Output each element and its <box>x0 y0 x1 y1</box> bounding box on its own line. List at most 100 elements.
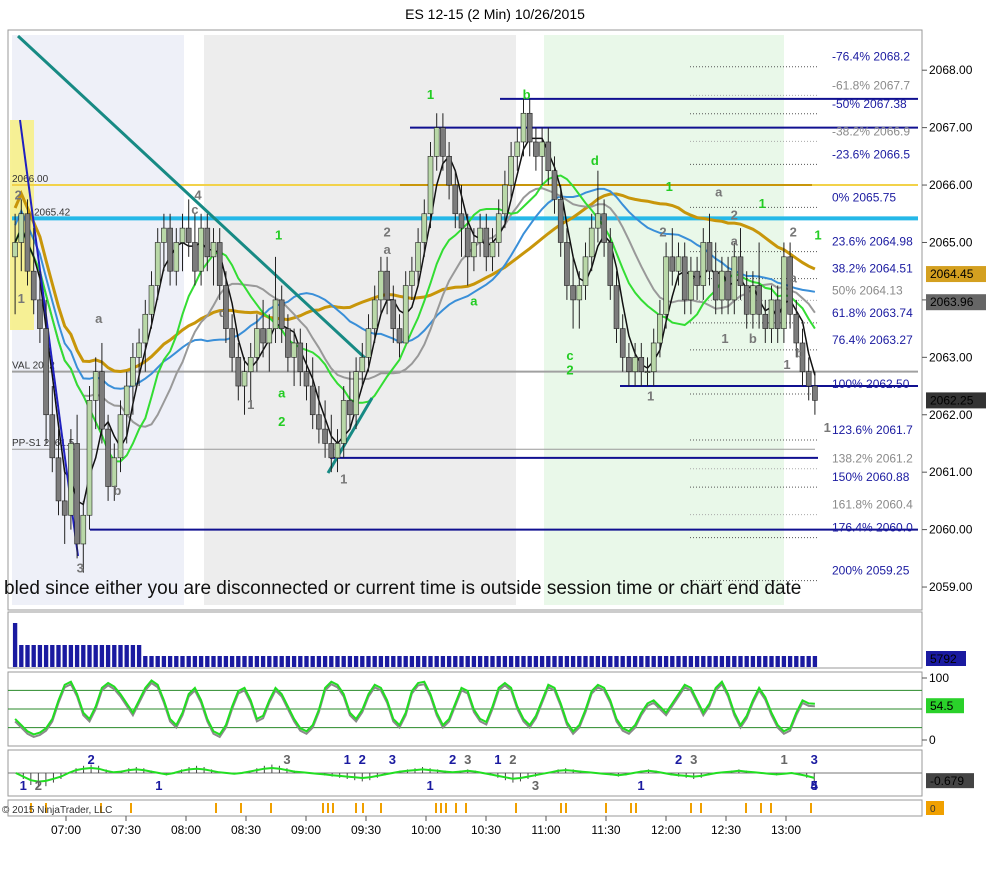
signal-tick <box>215 803 217 813</box>
volume-bar <box>806 656 811 667</box>
chart-window: ES 12-15 (2 Min) 10/26/2015 2059.00 2060.… <box>0 0 996 871</box>
momentum-count-label: 3 <box>464 752 471 767</box>
fib-label: -38.2% 2066.9 <box>832 124 910 138</box>
volume-bar <box>415 656 421 667</box>
candle-body <box>384 270 390 301</box>
candle-body <box>421 213 428 243</box>
volume-bar <box>620 656 625 667</box>
candle-body <box>99 371 105 430</box>
wave-label: b <box>113 483 121 498</box>
volume-bar <box>738 656 743 667</box>
volume-bar <box>260 656 266 667</box>
fib-label: 61.8% 2063.74 <box>832 306 913 320</box>
signal-tick <box>130 803 132 813</box>
chart-canvas[interactable]: ES 12-15 (2 Min) 10/26/2015 2059.00 2060.… <box>0 0 996 871</box>
wave-label: 1 <box>824 420 831 435</box>
candle-body <box>719 270 725 301</box>
volume-bar <box>552 656 557 667</box>
candle-body <box>328 443 335 459</box>
candle-body <box>322 428 328 444</box>
volume-bar <box>43 645 49 667</box>
candle-body <box>526 112 533 143</box>
volume-bar <box>372 656 377 667</box>
momentum-count-label: 1 <box>780 752 787 767</box>
volume-bar <box>93 645 98 667</box>
wave-label: 1 <box>427 87 434 102</box>
candle-body <box>130 357 136 387</box>
candle-body <box>669 256 676 272</box>
candle-body <box>650 342 657 372</box>
volume-bar <box>99 645 105 667</box>
volume-bar <box>502 656 508 667</box>
fib-label: 76.4% 2063.27 <box>832 333 913 347</box>
volume-bar <box>68 645 74 667</box>
volume-bar <box>19 645 24 667</box>
volume-bar <box>174 656 179 667</box>
volume-bar <box>471 656 477 667</box>
signal-tick <box>327 803 329 813</box>
volume-bar <box>732 656 737 667</box>
wave-label: d <box>219 305 227 320</box>
candle-body <box>756 285 762 315</box>
candle-body <box>564 242 570 286</box>
fib-label: 176.4% 2060.0 <box>832 521 913 535</box>
signal-tick <box>362 803 364 813</box>
candle-body <box>768 299 775 329</box>
volume-bar <box>118 645 123 667</box>
volume-bar <box>223 656 229 667</box>
wave-label: 3 <box>77 561 84 576</box>
candle-body <box>297 342 304 372</box>
candle-body <box>117 414 124 459</box>
volume-bar <box>31 645 36 667</box>
volume-bar <box>775 656 780 667</box>
volume-bar <box>112 645 117 667</box>
volume-bar <box>577 656 582 667</box>
candle-body <box>303 371 310 387</box>
wave-label: 1 <box>783 357 790 372</box>
volume-bar <box>539 656 545 667</box>
volume-bar <box>546 656 551 667</box>
candle-body <box>750 285 756 315</box>
volume-bar <box>719 656 725 667</box>
candle-body <box>272 299 279 329</box>
candle-body <box>309 385 316 416</box>
candle-body <box>260 328 266 344</box>
wave-label: b <box>749 331 757 346</box>
volume-bar <box>50 645 55 667</box>
volume-bar <box>608 656 613 667</box>
volume-bar <box>403 656 408 667</box>
candle-body <box>68 443 74 516</box>
candle-body <box>613 285 620 329</box>
wave-label: 2 <box>383 225 390 240</box>
momentum-count-label: 2 <box>87 752 94 767</box>
candle-body <box>278 299 285 329</box>
x-tick-label: 08:00 <box>171 823 201 837</box>
volume-bar <box>465 656 470 667</box>
osc-tick-label: 100 <box>929 671 949 685</box>
candle-body <box>334 443 341 459</box>
signal-tick <box>700 803 702 813</box>
candle-body <box>378 270 384 301</box>
candle-body <box>663 256 669 315</box>
fib-label: 161.8% 2060.4 <box>832 498 913 512</box>
session-zone-2 <box>204 35 516 605</box>
x-tick-label: 09:30 <box>351 823 381 837</box>
volume-bar <box>248 656 253 667</box>
candle-body <box>619 328 626 358</box>
momentum-count-label: 3 <box>389 752 396 767</box>
candle-body <box>247 357 254 372</box>
candle-body <box>390 299 397 329</box>
volume-bar <box>205 656 210 667</box>
candle-body <box>74 443 80 545</box>
volume-bar <box>440 656 446 667</box>
signal-tick <box>605 803 607 813</box>
volume-bar <box>217 656 222 667</box>
signal-tick <box>455 803 457 813</box>
volume-bar <box>37 645 43 667</box>
fib-label: -76.4% 2068.2 <box>832 50 910 64</box>
fib-label: 50% 2064.13 <box>832 283 903 297</box>
volume-bar <box>651 656 656 667</box>
momentum-count-label: 1 <box>637 778 644 793</box>
volume-bar <box>446 656 452 667</box>
candle-body <box>142 313 149 344</box>
